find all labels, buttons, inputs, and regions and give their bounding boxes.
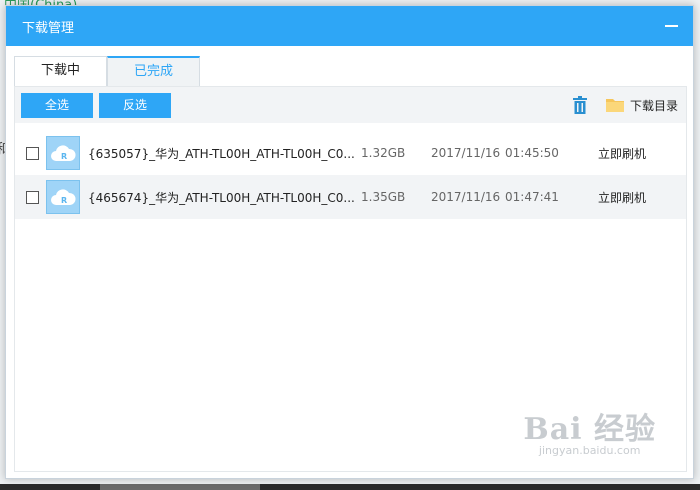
file-name: {635057}_华为_ATH-TL00H_ATH-TL00H_C0... [88,146,355,161]
folder-icon [605,99,624,112]
trash-icon[interactable] [572,96,588,114]
file-time: 01:45:50 [505,146,559,160]
download-manager-dialog: 下载管理 下载中 已完成 全选 反选 下载目录 R {635057}_华为_AT… [5,5,694,479]
file-list: R {635057}_华为_ATH-TL00H_ATH-TL00H_C0... … [15,123,686,219]
file-icon-letter: R [61,152,67,161]
watermark-url: jingyan.baidu.com [538,444,641,457]
minimize-icon [664,25,678,27]
completed-panel: 全选 反选 下载目录 R {635057}_华为_ATH-TL00H_ATH-T… [14,86,687,472]
invert-selection-button[interactable]: 反选 [99,92,171,118]
row-checkbox[interactable] [26,146,39,160]
minimize-button[interactable] [661,16,681,36]
row-checkbox[interactable] [26,190,39,204]
file-icon-letter: R [61,196,67,205]
file-time: 01:47:41 [505,190,559,204]
cloud-rom-icon: R [46,180,80,214]
tab-completed[interactable]: 已完成 [107,56,200,86]
file-size: 1.32GB [361,146,406,160]
file-date: 2017/11/16 [431,146,501,160]
file-size: 1.35GB [361,190,406,204]
flash-now-link[interactable]: 立即刷机 [598,189,646,206]
file-date: 2017/11/16 [431,190,501,204]
file-name: {465674}_华为_ATH-TL00H_ATH-TL00H_C0... [88,190,355,205]
select-all-button[interactable]: 全选 [21,92,93,118]
tab-bar: 下载中 已完成 [6,46,693,86]
tab-downloading[interactable]: 下载中 [14,56,107,86]
cloud-rom-icon: R [46,136,80,170]
table-row[interactable]: R {635057}_华为_ATH-TL00H_ATH-TL00H_C0... … [15,131,686,175]
toolbar: 全选 反选 下载目录 [15,87,686,123]
background-taskbar [0,484,700,490]
flash-now-link[interactable]: 立即刷机 [598,145,646,162]
baidu-watermark: Bai 经验 jingyan.baidu.com [523,404,656,457]
toolbar-right: 下载目录 [572,87,678,123]
download-directory-link[interactable]: 下载目录 [630,97,678,114]
watermark-logo: Bai 经验 [523,412,656,447]
window-title: 下载管理 [22,20,75,36]
table-row[interactable]: R {465674}_华为_ATH-TL00H_ATH-TL00H_C0... … [15,175,686,219]
title-bar[interactable]: 下载管理 [6,6,693,46]
